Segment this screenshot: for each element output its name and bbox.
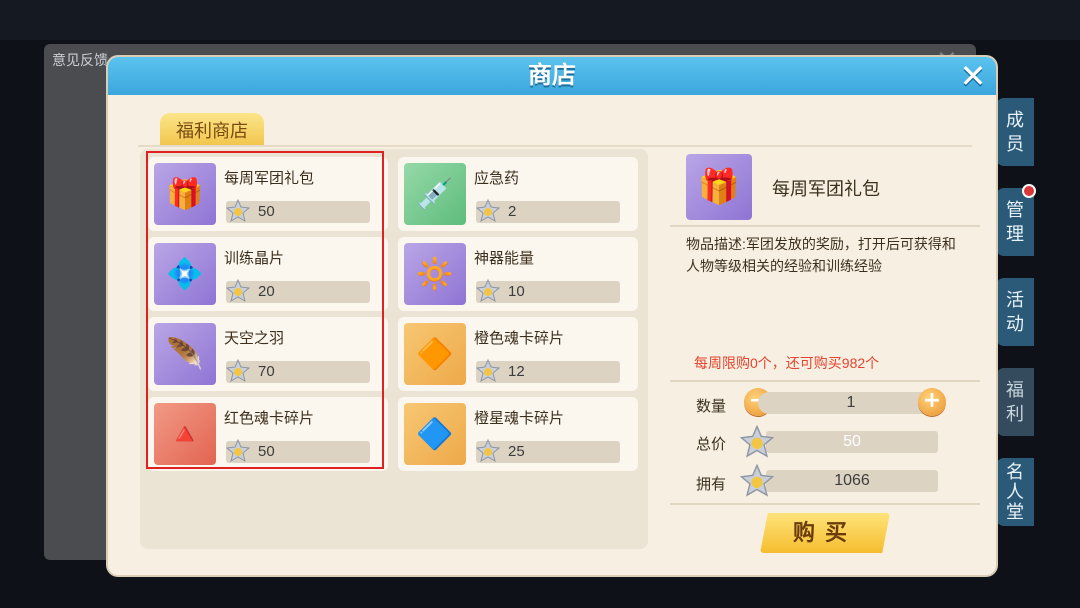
item-name: 神器能量 [474,250,535,267]
gift-box-icon: 🎁 [686,154,752,220]
star-coin-icon [476,199,500,223]
item-price: 2 [508,203,517,220]
detail-item-name: 每周军团礼包 [772,179,880,199]
card-shard-icon: 🔷 [404,403,466,465]
total-price-bar: 50 [766,431,938,453]
quantity-value: 1 [846,394,856,411]
star-coin-icon [476,359,500,383]
shop-header: 商店 ✕ [108,57,996,95]
item-price-bar: 10 [476,279,620,303]
shop-dialog: 商店 ✕ 福利商店 🎁 每周军团礼包 50 💉 应急药 2 💠 训练晶片 20 … [108,57,996,575]
notification-dot [1022,184,1036,198]
card-shard-icon: 🔶 [404,323,466,385]
buy-button[interactable]: 购买 [760,513,890,553]
plus-button[interactable]: + [918,388,946,416]
list-item[interactable]: 🔆 神器能量 10 [398,237,638,311]
total-price-label: 总价 [696,436,727,453]
item-name: 应急药 [474,170,520,187]
star-coin-icon [740,425,774,458]
item-price-bar: 25 [476,439,620,463]
star-coin-icon [476,439,500,463]
owned-value: 1066 [834,472,870,489]
side-button-hall-of-fame[interactable]: 名人堂 [996,458,1034,526]
item-price-bar: 12 [476,359,620,383]
side-button-welfare[interactable]: 福利 [996,368,1034,436]
star-coin-icon [476,279,500,303]
total-price-value: 50 [843,433,861,450]
detail-divider [670,225,980,227]
item-price: 12 [508,363,525,380]
side-button-members[interactable]: 成员 [996,98,1034,166]
feedback-button[interactable]: 意见反馈 [52,50,108,70]
star-coin-icon [740,464,774,497]
shop-title: 商店 [528,62,576,89]
list-item[interactable]: 💉 应急药 2 [398,157,638,231]
side-button-manage[interactable]: 管理 [996,188,1034,256]
detail-divider [670,380,980,382]
item-price-bar: 2 [476,199,620,223]
purchase-limit-text: 每周限购0个，还可购买982个 [694,355,880,371]
energy-orb-icon: 🔆 [404,243,466,305]
list-item[interactable]: 🔷 橙星魂卡碎片 25 [398,397,638,471]
background-top-bar [0,0,1080,40]
side-button-activity[interactable]: 活动 [996,278,1034,346]
item-price: 25 [508,443,525,460]
item-name: 橙星魂卡碎片 [474,410,565,427]
quantity-stepper[interactable]: 1 [758,392,944,414]
owned-label: 拥有 [696,476,727,493]
close-icon[interactable]: ✕ [956,59,990,93]
detail-description: 物品描述:军团发放的奖励，打开后可获得和人物等级相关的经验和训练经验 [686,236,956,274]
tab-welfare-shop[interactable]: 福利商店 [160,113,264,147]
syringe-icon: 💉 [404,163,466,225]
item-price: 10 [508,283,525,300]
list-item[interactable]: 🔶 橙色魂卡碎片 12 [398,317,638,391]
quantity-label: 数量 [696,398,727,415]
selection-highlight [146,151,384,469]
item-name: 橙色魂卡碎片 [474,330,565,347]
detail-divider [670,503,980,505]
owned-bar: 1066 [766,470,938,492]
tab-divider [138,145,972,147]
